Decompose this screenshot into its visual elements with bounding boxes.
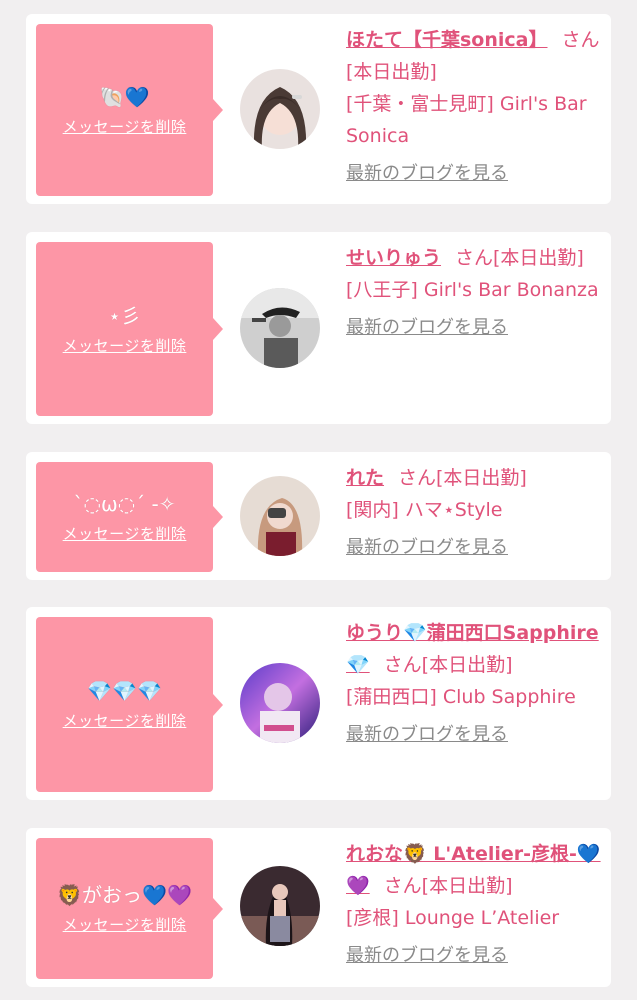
latest-blog-link[interactable]: 最新のブログを見る xyxy=(346,158,508,190)
message-text: 🐚💙 xyxy=(99,84,150,109)
delete-message-link[interactable]: メッセージを削除 xyxy=(63,523,187,544)
cast-info: ほたて【千葉sonica】 さん[本日出勤] [千葉・富士見町] Girl's B… xyxy=(346,24,604,190)
shop-info: [千葉・富士見町] Girl's Bar Sonica xyxy=(346,93,587,147)
avatar[interactable] xyxy=(240,288,320,368)
delete-message-link[interactable]: メッセージを削除 xyxy=(63,116,187,137)
message-text: 🦁がおっ💙💜 xyxy=(57,883,192,907)
latest-blog-link[interactable]: 最新のブログを見る xyxy=(346,940,508,972)
cast-name-link[interactable]: ほたて【千葉sonica】 xyxy=(346,29,548,51)
cast-info: ゆうり💎蒲田西口Sapphire💎 さん[本日出勤] [蒲田西口] Club Sa… xyxy=(346,617,604,751)
delete-message-link[interactable]: メッセージを削除 xyxy=(63,335,187,356)
shop-info: [八王子] Girl's Bar Bonanza xyxy=(346,279,599,301)
delete-message-link[interactable]: メッセージを削除 xyxy=(63,710,187,731)
message-box: ˋ◌ω◌ˊ -✧ メッセージを削除 xyxy=(36,462,223,572)
latest-blog-link[interactable]: 最新のブログを見る xyxy=(346,312,508,344)
delete-message-link[interactable]: メッセージを削除 xyxy=(63,914,187,935)
cast-info: れた さん[本日出勤] [関内] ハマ⋆Style 最新のブログを見る xyxy=(346,462,604,564)
avatar[interactable] xyxy=(240,663,320,743)
cast-status: さん[本日出勤] xyxy=(398,467,527,489)
message-box: ⋆彡 メッセージを削除 xyxy=(36,242,223,416)
message-box: 🐚💙 メッセージを削除 xyxy=(36,24,223,196)
message-box: 💎💎💎 メッセージを削除 xyxy=(36,617,223,792)
cast-name-link[interactable]: せいりゅう xyxy=(346,247,441,269)
shop-info: [蒲田西口] Club Sapphire xyxy=(346,686,576,708)
favorite-card: 💎💎💎 メッセージを削除 ゆうり💎蒲田西口Sapphire💎 さん[本日出勤] [… xyxy=(26,607,611,800)
avatar[interactable] xyxy=(240,69,320,149)
favorite-card: ⋆彡 メッセージを削除 せいりゅう さん[本日出勤] [八王子] Girl's B… xyxy=(26,232,611,424)
avatar[interactable] xyxy=(240,866,320,946)
shop-info: [関内] ハマ⋆Style xyxy=(346,499,503,521)
cast-name-link[interactable]: れた xyxy=(346,467,384,489)
message-box: 🦁がおっ💙💜 メッセージを削除 xyxy=(36,838,223,979)
avatar[interactable] xyxy=(240,476,320,556)
shop-info: [彦根] Lounge L’Atelier xyxy=(346,907,560,929)
favorite-card: 🐚💙 メッセージを削除 ほたて【千葉sonica】 さん[本日出勤] [千葉・富士… xyxy=(26,14,611,204)
latest-blog-link[interactable]: 最新のブログを見る xyxy=(346,719,508,751)
cast-status: さん[本日出勤] xyxy=(383,875,513,897)
cast-info: せいりゅう さん[本日出勤] [八王子] Girl's Bar Bonanza 最… xyxy=(346,242,604,344)
cast-info: れおな🦁 L'Atelier-彦根-💙💜 さん[本日出勤] [彦根] Lounge… xyxy=(346,838,604,972)
message-text: ˋ◌ω◌ˊ -✧ xyxy=(73,491,176,516)
favorite-card: ˋ◌ω◌ˊ -✧ メッセージを削除 れた さん[本日出勤] [関内] ハマ⋆Sty… xyxy=(26,452,611,580)
message-text: 💎💎💎 xyxy=(87,679,162,703)
cast-status: さん[本日出勤] xyxy=(383,654,513,676)
favorite-card: 🦁がおっ💙💜 メッセージを削除 れおな🦁 L'Atelier-彦根-💙💜 さん[本… xyxy=(26,828,611,987)
cast-status: さん[本日出勤] xyxy=(455,247,584,269)
message-text: ⋆彡 xyxy=(108,303,141,328)
latest-blog-link[interactable]: 最新のブログを見る xyxy=(346,532,508,564)
